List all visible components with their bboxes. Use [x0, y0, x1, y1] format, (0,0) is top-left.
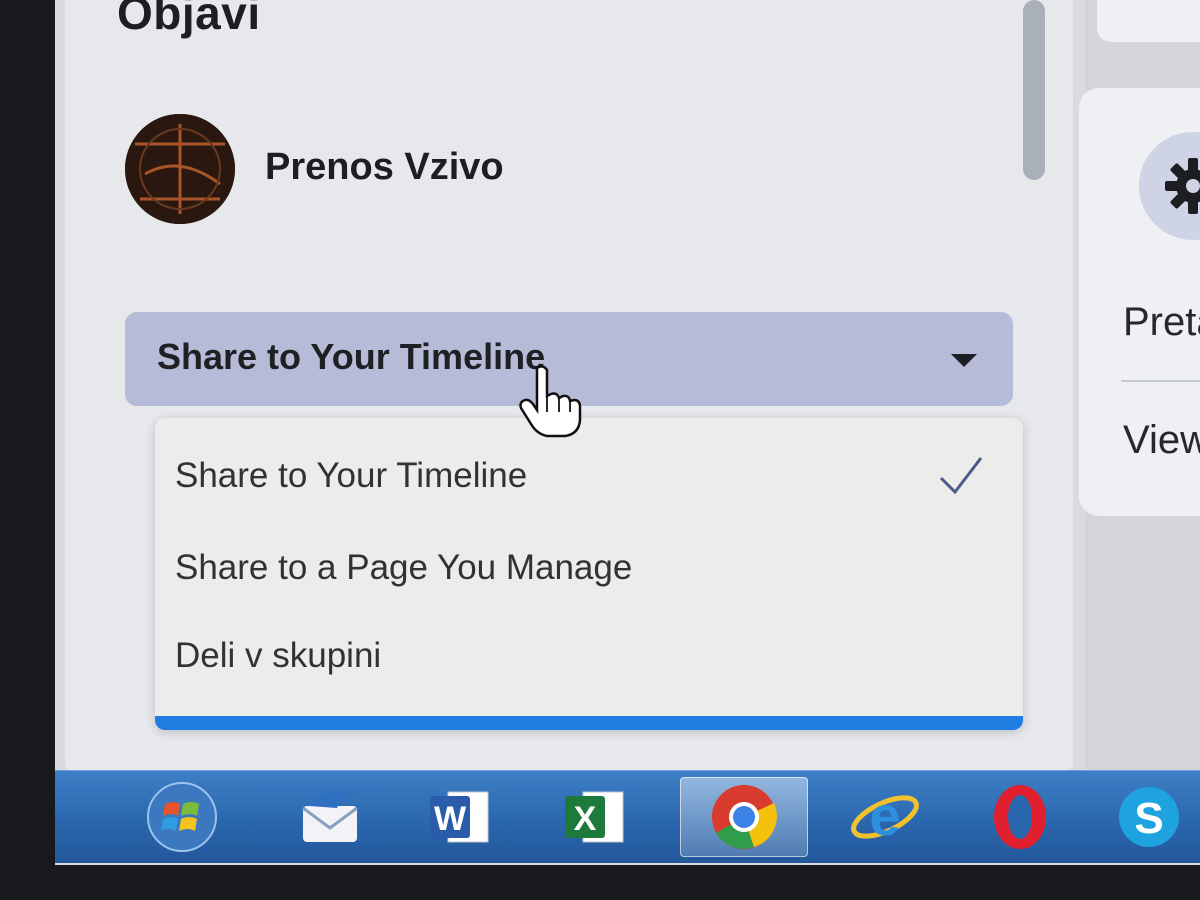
menu-accent-bar [155, 716, 1023, 730]
taskbar-opera[interactable] [970, 777, 1070, 857]
screen: Objavi Prenos Vzivo Share to Your Timeli… [55, 0, 1200, 865]
profile-avatar[interactable] [125, 114, 235, 224]
opera-icon [994, 785, 1046, 849]
menu-item-share-page[interactable]: Share to a Page You Manage [175, 536, 995, 596]
taskbar-thunderbird[interactable] [280, 777, 380, 857]
chrome-icon [712, 785, 777, 849]
ie-glyph: e [869, 784, 900, 847]
share-dropdown-menu: Share to Your Timeline Share to a Page Y… [155, 418, 1023, 730]
gear-icon [1165, 158, 1200, 214]
right-column: Preta Viewi [1079, 0, 1200, 770]
ie-icon: e [851, 784, 919, 847]
right-panel-item[interactable]: Viewi [1123, 418, 1200, 463]
avatar-image [125, 114, 235, 224]
menu-item-label: Share to Your Timeline [175, 456, 528, 495]
panel-heading: Objavi [117, 0, 261, 39]
word-glyph: W [434, 800, 467, 838]
right-card-top [1097, 0, 1200, 42]
profile-name[interactable]: Prenos Vzivo [265, 146, 504, 189]
taskbar-internet-explorer[interactable]: e [835, 777, 935, 857]
excel-icon: X [565, 791, 624, 843]
right-panel-item[interactable]: Preta [1123, 300, 1200, 345]
checkmark-icon [939, 457, 983, 495]
word-icon: W [430, 791, 489, 843]
menu-item-label: Share to a Page You Manage [175, 548, 633, 587]
taskbar-chrome[interactable] [680, 777, 808, 857]
windows-taskbar: W X e S [55, 770, 1200, 863]
excel-glyph: X [574, 800, 597, 838]
settings-button[interactable] [1139, 132, 1200, 240]
skype-glyph: S [1134, 794, 1163, 843]
skype-icon: S [1119, 787, 1179, 847]
start-button[interactable] [137, 777, 227, 857]
divider [1121, 380, 1200, 382]
publish-panel: Objavi Prenos Vzivo Share to Your Timeli… [65, 0, 1073, 770]
windows-start-icon [147, 782, 217, 852]
taskbar-word[interactable]: W [410, 777, 510, 857]
taskbar-excel[interactable]: X [545, 777, 645, 857]
share-select-label: Share to Your Timeline [157, 336, 546, 377]
caret-down-icon [951, 354, 977, 367]
vertical-scrollbar[interactable] [1023, 0, 1045, 180]
menu-item-share-group[interactable]: Deli v skupini [175, 624, 995, 684]
share-destination-select[interactable]: Share to Your Timeline [125, 312, 1013, 406]
right-card: Preta Viewi [1079, 88, 1200, 516]
menu-item-label: Deli v skupini [175, 636, 382, 675]
taskbar-skype[interactable]: S [1100, 777, 1198, 857]
thunderbird-icon [302, 790, 358, 842]
menu-item-share-timeline[interactable]: Share to Your Timeline [175, 444, 995, 504]
